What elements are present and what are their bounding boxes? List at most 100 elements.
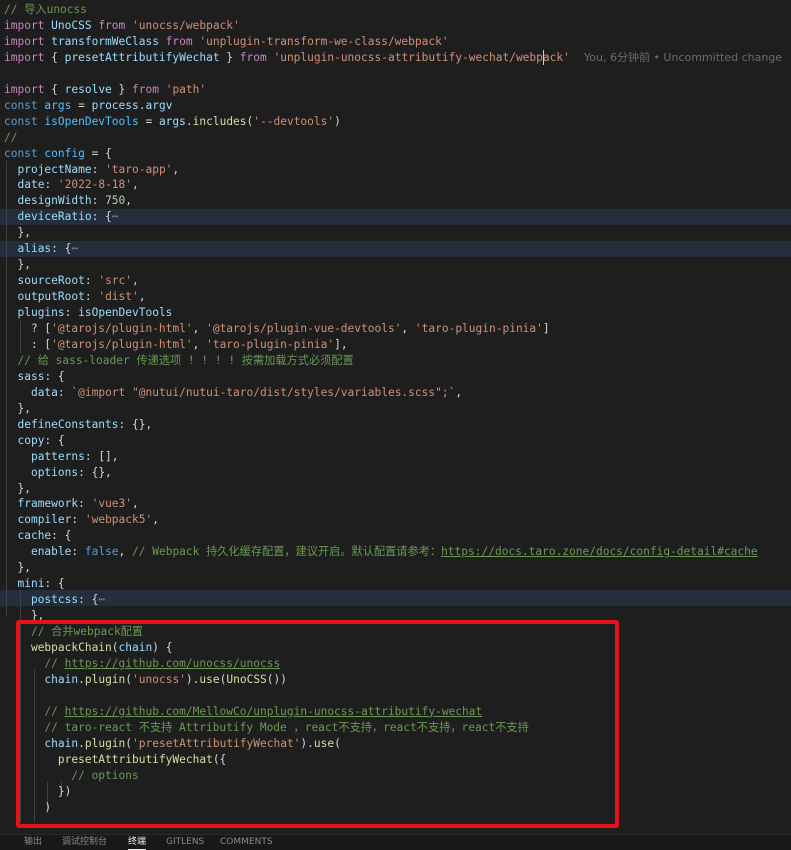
code-token: 'taro-app' [105, 162, 173, 176]
code-token: }, [4, 401, 31, 415]
code-line: const config = { [4, 146, 112, 162]
code-token: process [91, 98, 139, 112]
code-token: sourceRoot [17, 274, 85, 288]
code-token: : { [44, 369, 65, 383]
code-token: . [185, 114, 193, 128]
code-line: : ['@tarojs/plugin-html', 'taro-plugin-p… [4, 337, 348, 353]
code-token: : [44, 178, 58, 192]
code-token: postcss [30, 593, 79, 607]
code-token: , [192, 337, 207, 351]
code-token: alias [17, 242, 52, 256]
code-token: } [219, 50, 240, 64]
code-token: : {}, [118, 417, 153, 431]
code-line: compiler: 'webpack5', [4, 512, 159, 528]
code-line: }, [4, 560, 31, 576]
tab-terminal[interactable]: 终端 [128, 836, 147, 850]
code-editor[interactable]: // 导入unocss import UnoCSS from 'unocss/we… [0, 0, 791, 834]
code-token: from [132, 82, 166, 96]
tab-comments[interactable]: COMMENTS [220, 836, 273, 849]
code-token: // 给 sass-loader 传递选项 ! ! ! ! 按需加载方式必须配置 [17, 353, 354, 367]
fold-ellipsis-icon[interactable]: ⋯ [71, 242, 78, 255]
code-line: import UnoCSS from 'unocss/webpack' [4, 18, 240, 34]
code-token: '--devtools' [253, 114, 335, 128]
code-token: defineConstants [17, 417, 119, 431]
code-token: : { [51, 242, 72, 256]
code-token: : [57, 385, 72, 399]
code-token: }, [4, 561, 31, 575]
code-line: sourceRoot: 'src', [4, 273, 139, 289]
code-token: 'unplugin-unocss-attributify-wechat/webp… [273, 50, 570, 64]
code-line: postcss: {⋯ [4, 592, 105, 608]
code-token: outputRoot [17, 290, 85, 304]
code-token: , [138, 290, 146, 304]
line-highlight [0, 241, 791, 257]
code-token: , [132, 497, 139, 511]
code-token: : [], [84, 449, 119, 463]
code-token: enable [30, 545, 72, 559]
code-token: : { [44, 433, 65, 447]
code-token: https://docs.taro.zone/docs/config-detai… [441, 545, 758, 559]
code-token: 750 [105, 194, 126, 208]
tab-output[interactable]: 输出 [24, 836, 42, 849]
code-token: , [455, 385, 463, 399]
tab-gitlens[interactable]: GITLENS [166, 836, 204, 849]
code-token: designWidth [17, 194, 92, 208]
fold-ellipsis-icon[interactable]: ⋯ [112, 210, 119, 223]
code-line: }, [4, 401, 31, 417]
code-line: sass: { [4, 369, 65, 385]
code-line: cache: { [4, 528, 71, 544]
fold-ellipsis-icon[interactable]: ⋯ [98, 593, 105, 606]
code-line: mini: { [4, 576, 65, 592]
code-line: defineConstants: {}, [4, 417, 152, 433]
code-token: ] [542, 322, 550, 335]
code-token: compiler [17, 513, 72, 527]
code-token: import [4, 50, 52, 64]
code-token: : [78, 497, 92, 511]
code-line: projectName: 'taro-app', [4, 162, 179, 178]
code-token: 'src' [98, 274, 133, 288]
code-line: // [4, 130, 17, 146]
code-line: // 给 sass-loader 传递选项 ! ! ! ! 按需加载方式必须配置 [4, 353, 354, 369]
code-token: presetAttributifyWechat [64, 50, 220, 64]
code-line: // 导入unocss [4, 2, 87, 18]
tab-debug-console[interactable]: 调试控制台 [62, 836, 107, 849]
code-token: : { [44, 577, 65, 591]
code-token: includes [192, 114, 247, 128]
code-token: const [4, 114, 45, 128]
code-token: : [71, 513, 85, 527]
code-token: '2022-8-18' [57, 178, 133, 192]
code-token: import [4, 82, 52, 96]
code-line: data: `@import "@nutui/nutui-taro/dist/s… [4, 385, 462, 401]
code-token: resolve [64, 82, 112, 96]
code-line: const isOpenDevTools = args.includes('--… [4, 114, 341, 130]
code-token: , [152, 513, 159, 527]
code-token: args [158, 114, 186, 128]
code-token: , [132, 178, 139, 192]
code-token: options [30, 465, 79, 479]
code-token: }, [4, 481, 31, 495]
code-token: // 导入unocss [4, 3, 87, 16]
code-token: ? [ [4, 322, 52, 335]
code-token: : {}, [78, 465, 112, 479]
code-token: '@tarojs/plugin-vue-devtools' [206, 322, 402, 335]
code-token: sass [17, 369, 45, 383]
code-token: = [138, 114, 159, 128]
code-token: `@import "@nutui/nutui-taro/dist/styles/… [71, 385, 456, 399]
code-token: 'unocss/webpack' [132, 18, 240, 32]
code-token: : { [78, 593, 99, 607]
annotation-highlight-box [16, 620, 619, 828]
code-token: , [132, 274, 139, 288]
